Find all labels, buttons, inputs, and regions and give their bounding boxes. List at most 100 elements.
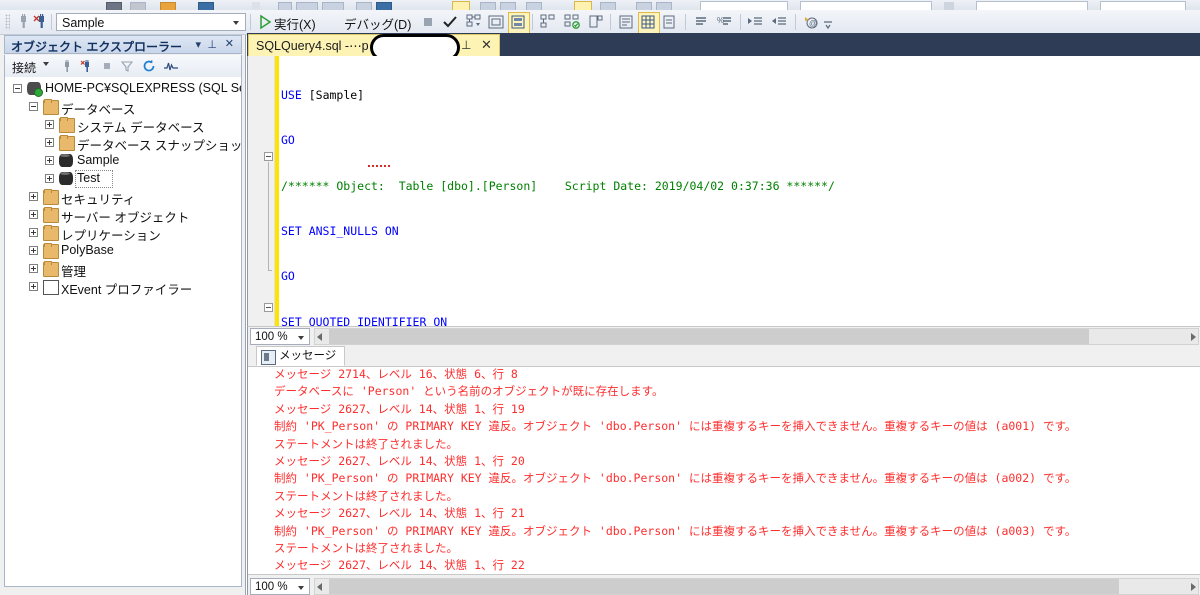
tab-messages-label: メッセージ (279, 350, 337, 362)
collapse-icon[interactable] (29, 102, 38, 111)
tree-item-10[interactable]: 管理 (5, 260, 241, 279)
code-line: /****** Object: Table [dbo].[Person] Scr… (281, 178, 835, 193)
scroll-thumb[interactable] (329, 579, 1119, 594)
editor-zoom-select[interactable]: 100 % (250, 328, 310, 345)
connect-icon[interactable] (14, 13, 32, 31)
query-designer-icon[interactable] (587, 13, 605, 31)
editor-code[interactable]: USE [Sample] GO /****** Object: Table [d… (281, 58, 1200, 326)
activity-monitor-icon[interactable] (163, 59, 178, 73)
database-combo-value: Sample (62, 16, 105, 30)
execute-icon[interactable] (256, 13, 274, 31)
tree-item-2[interactable]: システム データベース (5, 116, 241, 135)
parse-check-icon[interactable] (441, 13, 459, 31)
scroll-right-icon[interactable] (1191, 583, 1196, 591)
comment-icon[interactable] (692, 13, 710, 31)
folder-icon (59, 117, 75, 133)
include-actual-plan-icon[interactable] (487, 13, 505, 31)
tree-item-5[interactable]: Test (5, 170, 241, 188)
database-icon (59, 172, 73, 185)
results-pane: メッセージ メッセージ 2714、レベル 16、状態 6、行 8 データベースに … (247, 346, 1200, 595)
tree-item-3[interactable]: データベース スナップショット (5, 134, 241, 153)
chevron-down-icon[interactable]: ▾ (195, 38, 201, 51)
tree-item-6[interactable]: セキュリティ (5, 188, 241, 207)
tree-item-11[interactable]: XEvent プロファイラー (5, 278, 241, 297)
ssms-window: Sample 実行(X) デバッグ(D) % @ オブジェクト エクスプローラー… (0, 0, 1200, 595)
tab-messages[interactable]: メッセージ (256, 346, 346, 366)
results-horizontal-scrollbar[interactable] (314, 578, 1199, 595)
tree-item-7[interactable]: サーバー オブジェクト (5, 206, 241, 225)
expand-icon[interactable] (45, 138, 54, 147)
toolbar-grip[interactable] (5, 14, 10, 30)
database-icon (59, 154, 73, 167)
tree-item-4[interactable]: Sample (5, 152, 241, 170)
expand-icon[interactable] (29, 282, 38, 291)
expand-icon[interactable] (29, 264, 38, 273)
scroll-thumb[interactable] (329, 329, 1089, 344)
results-zoom-select[interactable]: 100 % (250, 578, 310, 595)
outline-bracket-foot (268, 270, 272, 271)
disconnect-plug-icon[interactable] (80, 59, 94, 73)
execute-label[interactable]: 実行(X) (274, 14, 316, 33)
editor-horizontal-scrollbar[interactable] (314, 328, 1199, 345)
display-estimated-plan-icon[interactable] (465, 13, 483, 31)
object-explorer-titlebar: オブジェクト エクスプローラー ▾ ⊥ ✕ (4, 35, 242, 54)
object-explorer-toolbar: 接続 (4, 55, 242, 77)
expand-icon[interactable] (45, 120, 54, 129)
sql-editor[interactable]: USE [Sample] GO /****** Object: Table [d… (247, 56, 1200, 326)
decrease-indent-icon[interactable] (747, 13, 765, 31)
refresh-icon[interactable] (142, 59, 156, 73)
expand-icon[interactable] (29, 228, 38, 237)
tree-item-8[interactable]: レプリケーション (5, 224, 241, 243)
specify-values-icon[interactable]: @ (802, 13, 820, 31)
include-client-statistics-icon[interactable] (509, 13, 527, 31)
filter-icon[interactable] (120, 59, 134, 73)
collapse-icon[interactable] (13, 84, 22, 93)
disconnect-icon[interactable] (32, 13, 50, 31)
expand-icon[interactable] (29, 246, 38, 255)
expand-icon[interactable] (29, 192, 38, 201)
tab-title: SQLQuery4.sql -⋯p (256, 39, 369, 53)
expand-icon[interactable] (45, 174, 54, 183)
expand-icon[interactable] (29, 210, 38, 219)
database-combo[interactable]: Sample (56, 13, 246, 31)
chevron-down-icon (298, 586, 304, 590)
toolbar-separator (685, 14, 686, 30)
results-tabstrip: メッセージ (248, 346, 1200, 367)
debug-label[interactable]: デバッグ(D) (344, 14, 411, 33)
increase-indent-icon[interactable] (771, 13, 789, 31)
pin-icon[interactable]: ⊥ (461, 38, 471, 52)
stop-icon[interactable] (100, 59, 114, 73)
scroll-right-icon[interactable] (1191, 333, 1196, 341)
messages-list[interactable]: メッセージ 2714、レベル 16、状態 6、行 8 データベースに 'Perso… (248, 366, 1200, 574)
chevron-down-icon (298, 336, 304, 340)
close-icon[interactable]: ✕ (481, 37, 492, 53)
connect-menu-label[interactable]: 接続 (12, 59, 36, 76)
object-explorer-tree[interactable]: HOME-PC¥SQLEXPRESS (SQL Serv データベース システム デ… (4, 77, 242, 587)
scroll-left-icon[interactable] (317, 583, 322, 591)
results-to-grid-icon[interactable] (639, 13, 657, 31)
tree-item-1[interactable]: データベース (5, 98, 241, 117)
tree-item-label: PolyBase (61, 243, 114, 257)
stop-icon[interactable] (419, 13, 437, 31)
tree-item-9[interactable]: PolyBase (5, 242, 241, 260)
results-to-text-icon[interactable] (617, 13, 635, 31)
pin-icon[interactable]: ⊥ (207, 38, 217, 51)
parse-query-icon[interactable] (563, 13, 581, 31)
outline-collapse-insert[interactable] (264, 303, 273, 312)
results-to-file-icon[interactable] (661, 13, 679, 31)
outline-collapse-create-table[interactable] (264, 152, 273, 161)
expand-icon[interactable] (45, 156, 54, 165)
query-options-icon[interactable] (539, 13, 557, 31)
folder-icon (43, 261, 59, 277)
close-icon[interactable]: ✕ (225, 37, 234, 50)
results-zoom-value: 100 % (255, 581, 288, 593)
scroll-left-icon[interactable] (317, 333, 322, 341)
tree-selection-outline (75, 170, 113, 188)
message-line: メッセージ 2627、レベル 14、状態 1、行 19 (274, 401, 525, 416)
connect-plug-icon[interactable] (60, 59, 74, 73)
uncomment-icon[interactable]: % (716, 13, 734, 31)
chevron-down-icon[interactable] (43, 62, 49, 66)
tree-item-0[interactable]: HOME-PC¥SQLEXPRESS (SQL Serv (5, 80, 241, 98)
message-line: ステートメントは終了されました。 (274, 488, 458, 503)
message-line: 制約 'PK_Person' の PRIMARY KEY 違反。オブジェクト '… (274, 419, 1077, 434)
